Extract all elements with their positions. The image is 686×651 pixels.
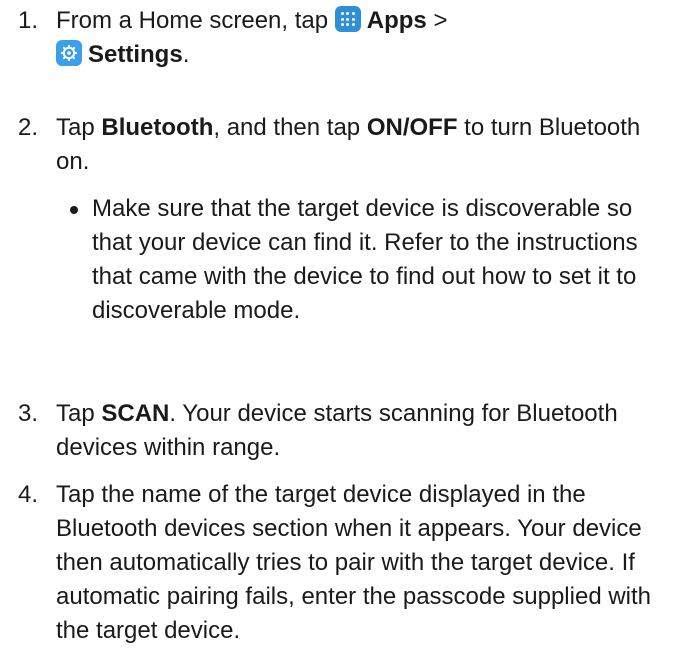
- step-text: Tap Bluetooth, and then tap ON/OFF to tu…: [56, 111, 671, 179]
- step-text: Tap the name of the target device displa…: [56, 481, 652, 644]
- step-text-intro: From a Home screen, tap: [56, 7, 329, 34]
- scan-label: SCAN: [101, 400, 170, 427]
- step-text: Tap SCAN. Your device starts scanning fo…: [56, 397, 636, 465]
- step-text-part: Tap: [56, 114, 102, 141]
- step-number: 3.: [18, 400, 39, 427]
- on-off-label: ON/OFF: [366, 114, 458, 141]
- step-number: 4.: [18, 481, 39, 508]
- bullet-dot-icon: [70, 206, 78, 214]
- instructions-page: 1. From a Home screen, tap Apps > Settin…: [0, 0, 686, 651]
- separator: >: [426, 7, 448, 34]
- step-number: 2.: [18, 114, 39, 141]
- step-number: 1.: [18, 7, 39, 34]
- apps-grid-icon: [334, 6, 361, 32]
- step-text-part: Tap: [56, 400, 102, 427]
- settings-label: Settings: [88, 41, 183, 68]
- bluetooth-label: Bluetooth: [101, 114, 214, 141]
- step-text-part: , and then tap: [213, 114, 367, 141]
- step-text-end: .: [182, 41, 190, 68]
- bullet-text: Make sure that the target device is disc…: [92, 195, 638, 324]
- settings-gear-icon: [56, 40, 82, 66]
- step-text: From a Home screen, tap Apps > Settings.: [56, 4, 656, 72]
- apps-label: Apps: [366, 7, 427, 34]
